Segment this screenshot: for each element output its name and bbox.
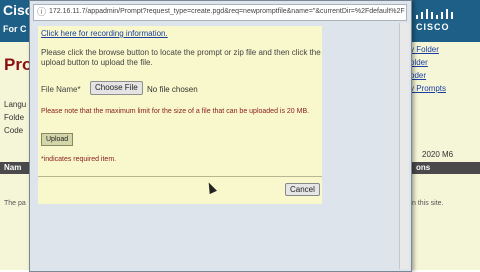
side-label-folder: Folde <box>4 113 25 122</box>
file-name-label: File Name* <box>41 85 81 94</box>
new-folder-link[interactable]: v Folder <box>410 45 439 54</box>
footer-text-left: The pa <box>4 200 26 207</box>
choose-file-button[interactable]: Choose File <box>90 81 143 95</box>
size-limit-note: Please note that the maximum limit for t… <box>41 108 310 115</box>
side-label-code: Code <box>4 126 24 135</box>
no-file-chosen-text: No file chosen <box>147 85 198 94</box>
info-icon: ⓘ <box>36 7 46 17</box>
instructions-text: Please click the browse button to locate… <box>41 48 321 67</box>
required-note: *indicates required item. <box>41 156 117 163</box>
cisco-logo-text: CISCO <box>416 22 450 32</box>
divider <box>38 176 322 177</box>
upload-button[interactable]: Upload <box>41 133 74 146</box>
popup-scrollbar[interactable] <box>399 23 409 269</box>
column-header-name: Nam <box>4 163 22 172</box>
cisco-logo-icon <box>416 9 456 19</box>
footer-text-right: n this site. <box>412 200 444 207</box>
date-text: 2020 M6 <box>422 150 454 159</box>
address-url[interactable]: 172.16.11.7/appadmin/Prompt?request_type… <box>49 8 405 15</box>
side-label-language: Langu <box>4 100 27 109</box>
view-prompts-link[interactable]: v Prompts <box>410 84 446 93</box>
recording-info-link[interactable]: Click here for recording information. <box>41 29 168 38</box>
upload-popup-window: ⓘ 172.16.11.7/appadmin/Prompt?request_ty… <box>29 0 412 272</box>
upload-form: Click here for recording information. Pl… <box>38 26 322 204</box>
cancel-button[interactable]: Cancel <box>285 183 320 196</box>
folder-link[interactable]: older <box>410 58 428 67</box>
address-bar[interactable]: ⓘ 172.16.11.7/appadmin/Prompt?request_ty… <box>33 4 407 21</box>
folder-link-2[interactable]: oder <box>410 71 426 80</box>
brand-subtitle: For C <box>3 24 27 34</box>
column-header-options: ons <box>416 163 431 172</box>
